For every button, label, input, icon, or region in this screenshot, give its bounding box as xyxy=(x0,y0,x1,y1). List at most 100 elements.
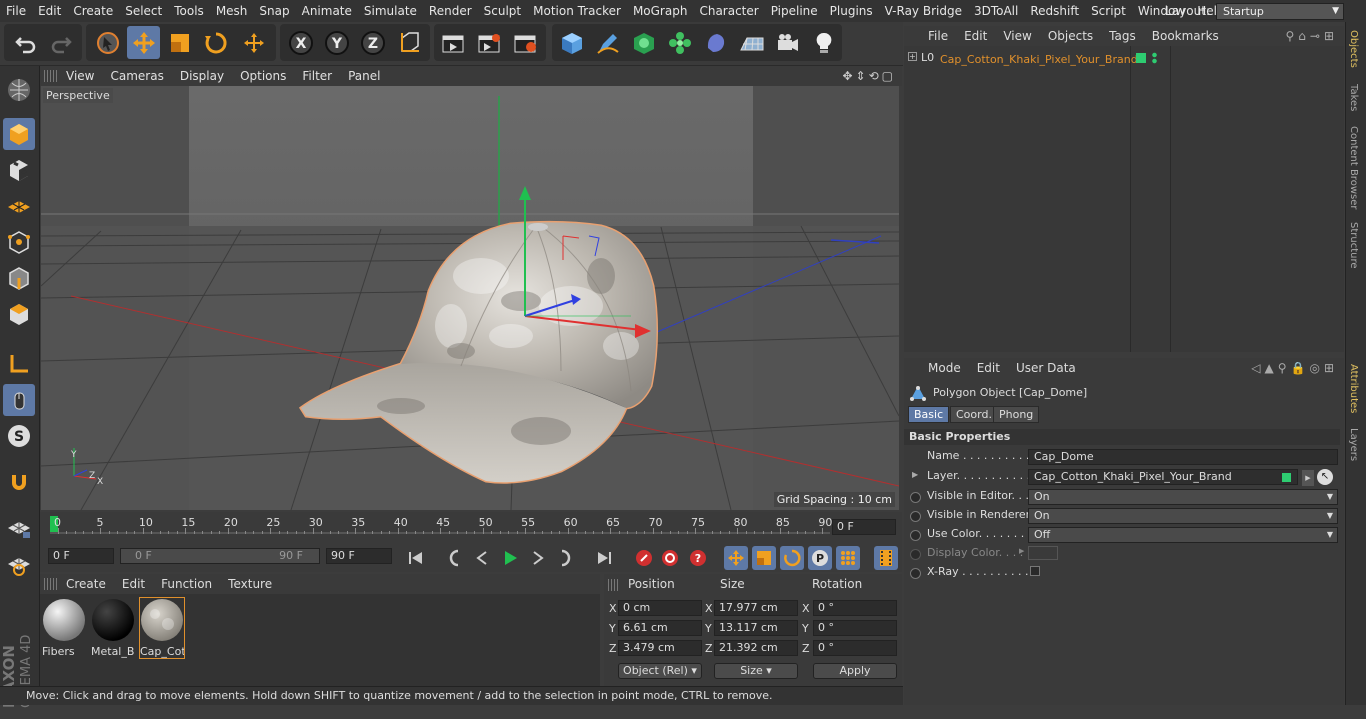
name-field[interactable]: Cap_Dome xyxy=(1028,449,1338,465)
menu-tools[interactable]: Tools xyxy=(168,4,210,18)
next-keyframe-icon[interactable] xyxy=(554,546,578,570)
y-axis-icon[interactable]: Y xyxy=(320,26,353,59)
size-x-field[interactable]: 17.977 cm xyxy=(714,600,798,616)
object-menu-tags[interactable]: Tags xyxy=(1101,29,1144,43)
rotation-h-field[interactable]: 0 ° xyxy=(813,600,897,616)
model-mode-icon[interactable] xyxy=(3,118,35,150)
xray-checkbox[interactable] xyxy=(1030,566,1040,576)
key-pla-icon[interactable] xyxy=(836,546,860,570)
material-menu-edit[interactable]: Edit xyxy=(114,577,153,591)
points-mode-icon[interactable] xyxy=(3,226,35,258)
menu-mesh[interactable]: Mesh xyxy=(210,4,254,18)
material-swatch[interactable]: Cap_Cot xyxy=(139,597,185,659)
menu-create[interactable]: Create xyxy=(67,4,119,18)
tab-phong[interactable]: Phong xyxy=(993,406,1040,423)
menu-plugins[interactable]: Plugins xyxy=(824,4,879,18)
viewport-menu-panel[interactable]: Panel xyxy=(340,69,388,83)
viewport-nav-icons[interactable]: ✥⇕⟲▢ xyxy=(842,69,896,83)
visible-editor-dropdown[interactable]: On ▼ xyxy=(1028,489,1338,505)
menu-render[interactable]: Render xyxy=(423,4,478,18)
timeline-ticks[interactable]: 0 5 10 15 20 25 30 35 40 45 50 55 60 65 70 75 80 85 90 xyxy=(50,514,832,542)
object-menu-bookmarks[interactable]: Bookmarks xyxy=(1144,29,1227,43)
next-frame-icon[interactable] xyxy=(526,546,550,570)
object-manager-tool-icons[interactable]: ⚲⌂⊸⊞ xyxy=(1285,29,1338,43)
material-swatch[interactable]: Metal_B xyxy=(91,598,135,658)
viewport-menu-filter[interactable]: Filter xyxy=(294,69,340,83)
viewport-menu-view[interactable]: View xyxy=(58,69,102,83)
menu-mograph[interactable]: MoGraph xyxy=(627,4,694,18)
autokey-icon[interactable] xyxy=(658,546,682,570)
menu-motion-tracker[interactable]: Motion Tracker xyxy=(527,4,627,18)
record-icon[interactable] xyxy=(632,546,656,570)
make-editable-icon[interactable] xyxy=(3,74,35,106)
material-menu-create[interactable]: Create xyxy=(58,577,114,591)
menu-redshift[interactable]: Redshift xyxy=(1024,4,1085,18)
layer-field[interactable]: Cap_Cotton_Khaki_Pixel_Your_Brand xyxy=(1028,469,1298,485)
move-icon[interactable] xyxy=(127,26,160,59)
end-frame-field[interactable]: 90 F xyxy=(326,548,392,564)
tab-structure[interactable]: Structure xyxy=(1348,222,1359,269)
attr-menu-mode[interactable]: Mode xyxy=(920,361,969,375)
visibility-dots-icon[interactable] xyxy=(1152,52,1157,64)
keyframe-selection-icon[interactable]: ? xyxy=(686,546,710,570)
start-frame-field[interactable]: 0 F xyxy=(48,548,114,564)
material-menu-texture[interactable]: Texture xyxy=(220,577,280,591)
tab-attributes[interactable]: Attributes xyxy=(1348,364,1359,413)
layer-expand-icon[interactable]: ▶ xyxy=(912,470,918,479)
tab-basic[interactable]: Basic xyxy=(908,406,950,423)
edges-mode-icon[interactable] xyxy=(3,262,35,294)
rotation-b-field[interactable]: 0 ° xyxy=(813,640,897,656)
light-icon[interactable] xyxy=(807,26,840,59)
workplane-lock-icon[interactable] xyxy=(3,512,35,544)
subdivision-icon[interactable] xyxy=(627,26,660,59)
coordinate-system-icon[interactable] xyxy=(393,26,426,59)
current-frame-field[interactable]: 0 F xyxy=(832,519,896,535)
workplane-mode-icon[interactable] xyxy=(3,190,35,222)
prev-frame-icon[interactable] xyxy=(470,546,494,570)
object-menu-objects[interactable]: Objects xyxy=(1040,29,1101,43)
scale-icon[interactable] xyxy=(163,26,196,59)
render-settings-icon[interactable] xyxy=(508,26,541,59)
size-mode-dropdown[interactable]: Size ▾ xyxy=(714,663,798,679)
viewport-menu-display[interactable]: Display xyxy=(172,69,232,83)
tab-objects[interactable]: Objects xyxy=(1348,30,1359,68)
solo-mode-icon[interactable]: S xyxy=(3,420,35,452)
object-menu-edit[interactable]: Edit xyxy=(956,29,995,43)
viewport-menu-cameras[interactable]: Cameras xyxy=(102,69,171,83)
z-axis-icon[interactable]: Z xyxy=(356,26,389,59)
size-z-field[interactable]: 21.392 cm xyxy=(714,640,798,656)
range-slider[interactable]: 0 F 90 F xyxy=(120,548,320,564)
layer-arrow-icon[interactable]: ▶ xyxy=(1302,470,1314,486)
attribute-nav-icons[interactable]: ◁▲⚲🔒◎⊞ xyxy=(1251,361,1338,375)
rotation-p-field[interactable]: 0 ° xyxy=(813,620,897,636)
perspective-viewport[interactable]: Y Z X Perspective Grid Spacing : 10 cm xyxy=(41,86,899,510)
use-color-dropdown[interactable]: Off ▼ xyxy=(1028,527,1338,543)
pen-icon[interactable] xyxy=(591,26,624,59)
camera-icon[interactable] xyxy=(771,26,804,59)
recent-tool-icon[interactable] xyxy=(237,26,270,59)
menu-edit[interactable]: Edit xyxy=(32,4,67,18)
tweak-mode-icon[interactable] xyxy=(3,384,35,416)
menu-file[interactable]: File xyxy=(0,4,32,18)
rotate-icon[interactable] xyxy=(199,26,232,59)
tab-layers[interactable]: Layers xyxy=(1348,428,1359,461)
viewport-menu-options[interactable]: Options xyxy=(232,69,294,83)
play-icon[interactable] xyxy=(498,546,522,570)
position-y-field[interactable]: 6.61 cm xyxy=(618,620,702,636)
tab-coord[interactable]: Coord. xyxy=(950,406,998,423)
locked-workplane-icon[interactable] xyxy=(3,548,35,580)
animate-toggle-icon[interactable] xyxy=(910,530,921,541)
menu-script[interactable]: Script xyxy=(1085,4,1132,18)
pick-layer-icon[interactable]: ↖ xyxy=(1317,469,1333,485)
key-scale-icon[interactable] xyxy=(752,546,776,570)
timeline-ruler[interactable]: 0 5 10 15 20 25 30 35 40 45 50 55 60 65 70 75 80 85 90 0 F xyxy=(40,512,902,544)
menu-snap[interactable]: Snap xyxy=(253,4,295,18)
polygons-mode-icon[interactable] xyxy=(3,298,35,330)
snap-icon[interactable] xyxy=(3,466,35,498)
object-menu-file[interactable]: File xyxy=(920,29,956,43)
redo-icon[interactable] xyxy=(44,26,77,59)
attr-menu-edit[interactable]: Edit xyxy=(969,361,1008,375)
texture-mode-icon[interactable] xyxy=(3,154,35,186)
layer-color-swatch[interactable] xyxy=(1136,53,1146,63)
menu-select[interactable]: Select xyxy=(119,4,168,18)
